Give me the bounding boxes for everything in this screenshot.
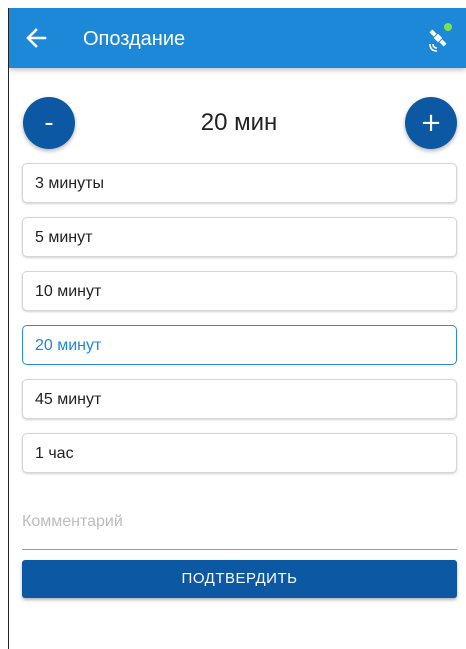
delay-option-label: 20 минут	[35, 337, 102, 354]
comment-field-container	[22, 504, 457, 550]
back-button[interactable]	[22, 24, 50, 52]
delay-option-label: 45 минут	[35, 391, 102, 408]
delay-value: 20 мин	[200, 109, 278, 136]
delay-option-label: 1 час	[35, 445, 74, 462]
gps-status-dot	[444, 23, 452, 31]
arrow-left-icon	[26, 28, 47, 48]
delay-option[interactable]: 5 минут	[22, 217, 457, 257]
app-screen: Опоздание - 20 мин + 3 минуты 5 минут 10…	[8, 8, 466, 649]
delay-option[interactable]: 45 минут	[22, 379, 457, 419]
page-title: Опоздание	[83, 28, 186, 50]
delay-option-selected[interactable]: 20 минут	[22, 325, 457, 365]
delay-option[interactable]: 10 минут	[22, 271, 457, 311]
confirm-button[interactable]: ПОДТВЕРДИТЬ	[22, 560, 457, 598]
delay-option-label: 10 минут	[35, 283, 102, 300]
delay-option[interactable]: 1 час	[22, 433, 457, 473]
delay-stepper: - 20 мин +	[9, 96, 466, 150]
comment-input[interactable]	[22, 504, 457, 540]
delay-option-label: 5 минут	[35, 229, 93, 246]
delay-option-label: 3 минуты	[35, 175, 104, 192]
decrease-button[interactable]: -	[23, 97, 75, 149]
increase-button[interactable]: +	[405, 97, 457, 149]
delay-option[interactable]: 3 минуты	[22, 163, 457, 203]
delay-options-list: 3 минуты 5 минут 10 минут 20 минут 45 ми…	[22, 163, 457, 487]
app-bar: Опоздание	[9, 8, 466, 68]
